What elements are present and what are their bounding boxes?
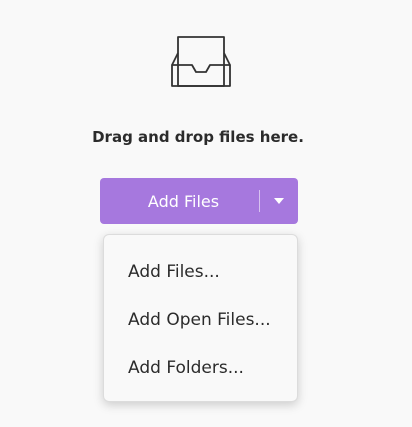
add-files-dropdown-toggle[interactable] — [260, 178, 298, 224]
add-files-split-button[interactable]: Add Files — [100, 178, 298, 224]
dropzone-prompt: Drag and drop files here. — [92, 128, 304, 146]
caret-down-icon — [274, 198, 284, 204]
menu-item-add-files[interactable]: Add Files... — [128, 261, 220, 283]
add-files-button[interactable]: Add Files — [100, 178, 259, 224]
menu-item-add-folders[interactable]: Add Folders... — [128, 357, 244, 379]
menu-item-add-open-files[interactable]: Add Open Files... — [128, 309, 271, 331]
add-files-dropdown-menu: Add Files... Add Open Files... Add Folde… — [103, 234, 298, 402]
inbox-tray-icon — [171, 36, 231, 87]
